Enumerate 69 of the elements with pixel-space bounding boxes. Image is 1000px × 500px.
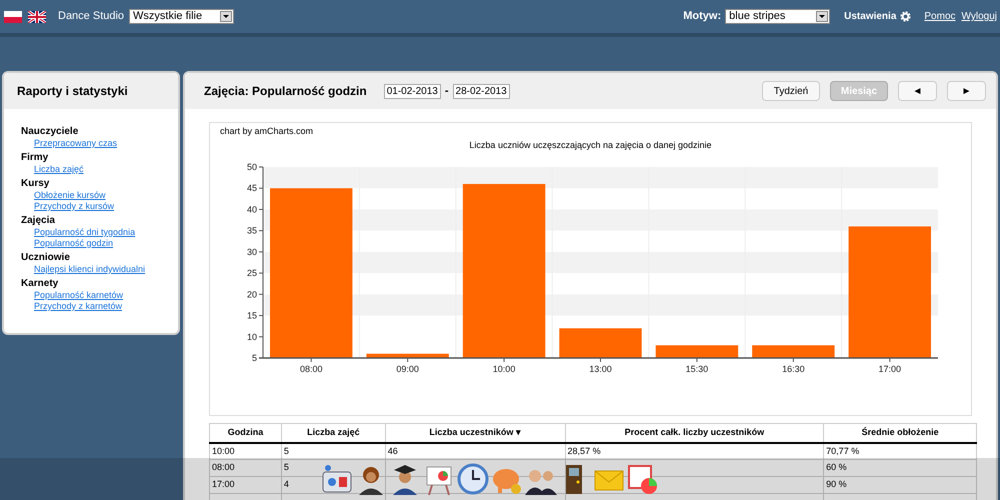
sidebar-heading: Karnety xyxy=(21,278,58,290)
settings-icon[interactable] xyxy=(899,10,912,23)
sidebar-heading: Firmy xyxy=(21,152,48,164)
table-cell: 10:00 xyxy=(210,442,282,460)
table-cell: 60 % xyxy=(824,460,976,476)
select-field[interactable]: blue stripes xyxy=(725,9,830,24)
axis-label: 08:00 xyxy=(300,364,322,374)
axis-label: 40 xyxy=(246,204,257,214)
report-title: Zajęcia: Popularność godzin xyxy=(204,83,367,100)
axis-label: 5 xyxy=(252,353,257,363)
axis-label: 16:30 xyxy=(782,364,805,374)
sidebar-heading: Zajęcia xyxy=(21,215,55,227)
next-button[interactable]: ► xyxy=(947,81,986,101)
axis-label: 35 xyxy=(246,226,257,236)
sidebar-heading: Kursy xyxy=(21,178,50,190)
top-link[interactable]: Pomoc xyxy=(924,9,956,24)
table-cell: 08:00 xyxy=(210,460,282,476)
table-cell: 17:00 xyxy=(210,476,282,494)
column-header[interactable]: Liczba zajęć xyxy=(281,424,386,442)
sidebar-heading: Nauczyciele xyxy=(21,126,78,138)
report-link[interactable]: Obłożenie kursów xyxy=(34,190,106,201)
report-link[interactable]: Popularność dni tygodnia xyxy=(34,227,136,238)
sidebar-heading: Uczniowie xyxy=(21,252,70,264)
column-header[interactable]: Średnie obłożenie xyxy=(824,424,976,442)
report-link[interactable]: Najlepsi klienci indywidualni xyxy=(34,264,146,275)
axis-label: 10 xyxy=(246,332,257,342)
column-header[interactable]: Liczba uczestników ▾ xyxy=(385,424,566,442)
axis-label: 30 xyxy=(246,246,257,257)
report-link[interactable]: Popularność karnetów xyxy=(34,290,124,301)
report-link[interactable]: Popularność godzin xyxy=(34,238,114,249)
report-link[interactable]: Liczba zajęć xyxy=(34,164,84,175)
axis-label: 20 xyxy=(246,289,257,300)
table-cell: 90 % xyxy=(824,476,976,494)
column-header[interactable]: Godzina xyxy=(210,424,282,442)
dropdown-arrow-icon xyxy=(223,15,230,18)
dropdown-arrow-icon xyxy=(819,15,826,18)
table-cell: 5 xyxy=(281,442,386,460)
theme-label: Motyw: xyxy=(683,9,722,24)
top-link[interactable]: Wyloguj xyxy=(962,9,997,24)
axis-label: 17:00 xyxy=(878,364,902,374)
chart-credit: chart by amCharts.com xyxy=(220,125,314,138)
sidebar-title: Raporty i statystyki xyxy=(4,73,178,109)
previous-button[interactable]: ◄ xyxy=(898,81,937,101)
date-field[interactable]: 28-02-2013 xyxy=(452,84,510,98)
poland-flag-icon[interactable] xyxy=(4,10,22,22)
axis-label: 45 xyxy=(246,183,257,194)
report-link[interactable]: Przychody z kursów xyxy=(34,201,114,212)
axis-label: 15 xyxy=(246,310,257,321)
date-field[interactable]: 01-02-2013 xyxy=(384,84,441,98)
column-header[interactable]: Procent całk. liczby uczestników xyxy=(565,424,824,442)
chart-title: Liczba uczniów uczęszczających na zajęcia o danej godzinie xyxy=(468,139,713,152)
uk-flag-icon[interactable] xyxy=(28,10,46,22)
range-button[interactable]: Tydzień xyxy=(762,81,820,101)
axis-label: 15:30 xyxy=(686,364,708,374)
table-cell: 46 xyxy=(385,442,566,460)
calendar-chart-icon[interactable] xyxy=(626,462,660,496)
axis-label: 09:00 xyxy=(396,364,419,374)
app-name: Dance Studio xyxy=(58,9,124,24)
axis-label: 13:00 xyxy=(589,364,612,374)
report-link[interactable]: Przychody z karnetów xyxy=(34,301,122,312)
axis-label: 10:00 xyxy=(492,364,516,374)
table-cell: 70,77 % xyxy=(824,442,976,460)
axis-label: 50 xyxy=(246,162,257,172)
date-separator: - xyxy=(444,84,449,99)
table-cell: 28,57 % xyxy=(565,442,824,460)
settings-label: Ustawienia xyxy=(844,10,896,24)
report-link[interactable]: Przepracowany czas xyxy=(34,138,118,149)
axis-label: 25 xyxy=(246,268,257,278)
select-field[interactable]: Wszystkie filie xyxy=(129,9,234,24)
